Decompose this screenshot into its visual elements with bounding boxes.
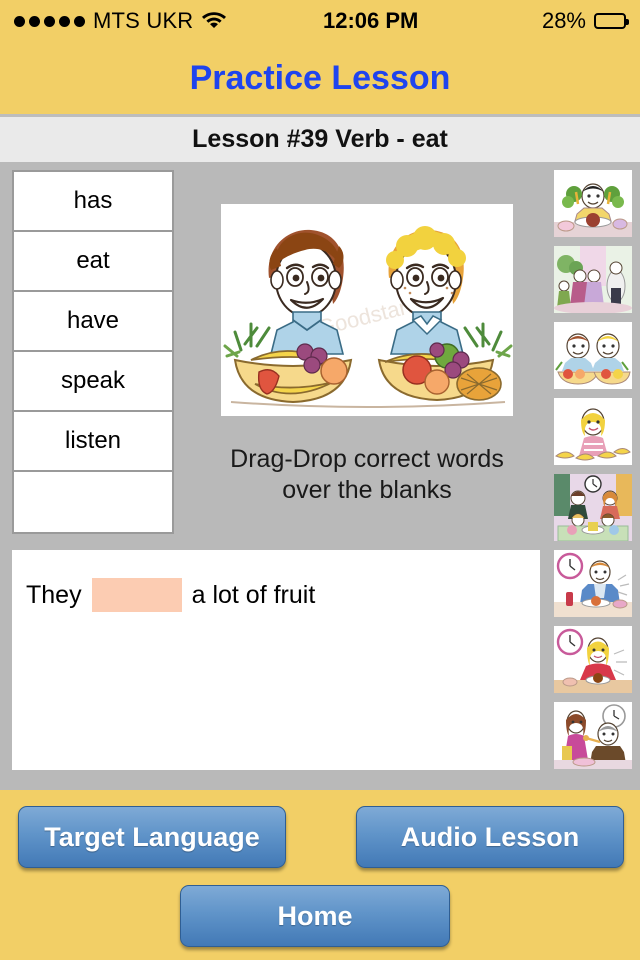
thumb-woman-eating-clock[interactable] — [554, 626, 632, 693]
page-title: Practice Lesson — [189, 59, 451, 97]
word-bank-item[interactable]: have — [14, 292, 172, 352]
thumb-two-boys-fruit[interactable] — [554, 322, 632, 389]
battery-percent-label: 28% — [541, 8, 586, 33]
instructions-line-1: Drag-Drop correct words — [230, 445, 504, 473]
app-root: MTS UKR 12:06 PM 28% Practice Lesson Les… — [0, 0, 640, 960]
thumb-family-party[interactable] — [554, 246, 632, 313]
word-bank-item[interactable]: speak — [14, 352, 172, 412]
carrier-label: MTS UKR — [93, 8, 194, 33]
status-bar: MTS UKR 12:06 PM 28% — [0, 0, 640, 42]
thumb-family-dinner-clock[interactable] — [554, 474, 632, 541]
footer-toolbar: Target Language Audio Lesson Home — [0, 790, 640, 960]
word-bank-item[interactable]: has — [14, 172, 172, 232]
title-bar: Practice Lesson — [0, 42, 640, 114]
blank-drop-target[interactable] — [91, 578, 182, 612]
lesson-stage: has eat have speak listen Goodstart Drag… — [0, 162, 640, 790]
sentence-row: They a lot of fruit — [12, 550, 540, 612]
instructions-line-2: over the blanks — [282, 475, 452, 504]
sentence-prefix: They — [26, 580, 82, 609]
clock-label: 12:06 PM — [322, 8, 419, 33]
signal-strength-icon — [14, 15, 85, 27]
lesson-title: Lesson #39 Verb - eat — [192, 125, 448, 153]
word-bank-item[interactable]: listen — [14, 412, 172, 472]
audio-lesson-button[interactable]: Audio Lesson — [356, 806, 624, 868]
sentence-suffix: a lot of fruit — [191, 580, 316, 609]
home-button[interactable]: Home — [180, 885, 450, 947]
sentence-panel: They a lot of fruit — [12, 550, 540, 770]
battery-icon — [594, 13, 629, 29]
thumb-man-eating-salad[interactable] — [554, 170, 632, 237]
status-bar-left: MTS UKR — [14, 9, 227, 33]
thumb-girl-with-bananas[interactable] — [554, 398, 632, 465]
wifi-icon — [201, 9, 227, 33]
lesson-subtitle-bar: Lesson #39 Verb - eat — [0, 117, 640, 162]
lesson-center-column: Goodstart Drag-Drop correct words over t… — [186, 170, 548, 505]
thumbnail-strip[interactable] — [554, 170, 632, 769]
thumb-boy-eating-clock[interactable] — [554, 550, 632, 617]
word-bank: has eat have speak listen — [12, 170, 174, 534]
hero-illustration: Goodstart — [221, 204, 513, 416]
status-bar-right: 28% — [541, 8, 629, 33]
word-bank-item[interactable] — [14, 472, 172, 532]
thumb-woman-feeding-man-clock[interactable] — [554, 702, 632, 769]
word-bank-item[interactable]: eat — [14, 232, 172, 292]
target-language-button[interactable]: Target Language — [18, 806, 286, 868]
instructions-text: Drag-Drop correct words over the blanks — [186, 444, 548, 505]
